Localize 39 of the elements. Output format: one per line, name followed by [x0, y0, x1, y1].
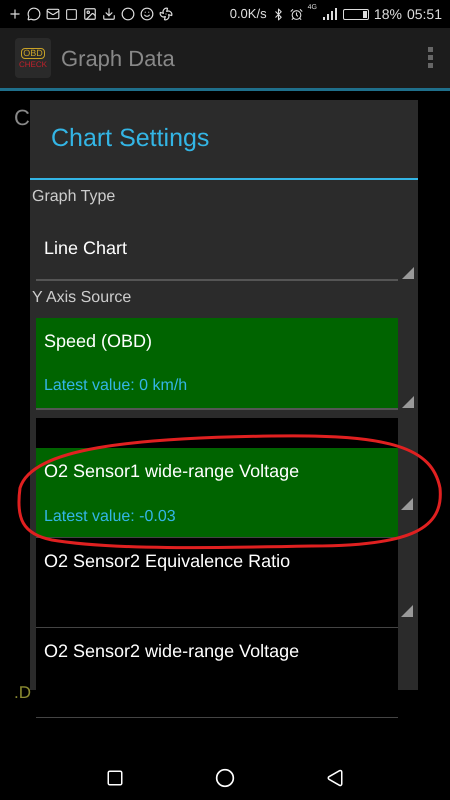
field-value: Speed (OBD) — [44, 330, 154, 353]
recent-apps-icon[interactable] — [106, 768, 124, 786]
background-label: C — [14, 104, 31, 132]
chat-icon — [27, 7, 41, 21]
field-value: Line Chart — [44, 236, 128, 260]
latest-value: Latest value: -0.03 — [44, 507, 177, 527]
circle-icon — [121, 7, 135, 21]
plus-icon — [8, 7, 22, 21]
background-label: .D — [14, 682, 32, 704]
smiley-icon — [140, 7, 154, 21]
home-icon[interactable] — [214, 768, 235, 788]
item-name: O2 Sensor2 Equivalence Ratio — [44, 550, 292, 573]
clock: 05:51 — [406, 4, 442, 24]
corner-triangle-icon — [402, 267, 414, 279]
alarm-icon — [290, 8, 303, 20]
logo-bottom-text: CHECK — [18, 60, 47, 68]
network-speed: 0.0K/s — [230, 5, 267, 24]
item-name: O2 Sensor2 wide-range Voltage — [44, 640, 300, 663]
signal-icon — [322, 8, 338, 20]
pinwheel-icon — [159, 7, 173, 21]
corner-triangle-icon — [402, 396, 414, 408]
latest-value: Latest value: 0 km/h — [44, 376, 188, 396]
corner-triangle-icon — [401, 605, 413, 617]
field-label: Graph Type — [31, 187, 116, 207]
image-icon — [83, 7, 97, 21]
corner-triangle-icon — [401, 498, 413, 510]
back-icon[interactable] — [326, 768, 344, 786]
overflow-menu-icon[interactable] — [427, 46, 435, 70]
battery-percent: 18% — [374, 4, 402, 24]
download-icon — [102, 7, 116, 21]
list-item[interactable]: O2 Sensor1 wide-range Voltage Latest value: -0.03 — [36, 448, 398, 538]
item-name: O2 Sensor1 wide-range Voltage — [44, 460, 300, 483]
mail-icon — [46, 7, 60, 21]
field-label: Y Axis Source — [31, 288, 132, 308]
battery-icon — [342, 8, 369, 20]
app-title: Graph Data — [61, 44, 175, 73]
sim-card-icon — [65, 8, 78, 20]
dialog-title: Chart Settings — [51, 123, 210, 154]
logo-top-text: OBD — [21, 48, 45, 58]
